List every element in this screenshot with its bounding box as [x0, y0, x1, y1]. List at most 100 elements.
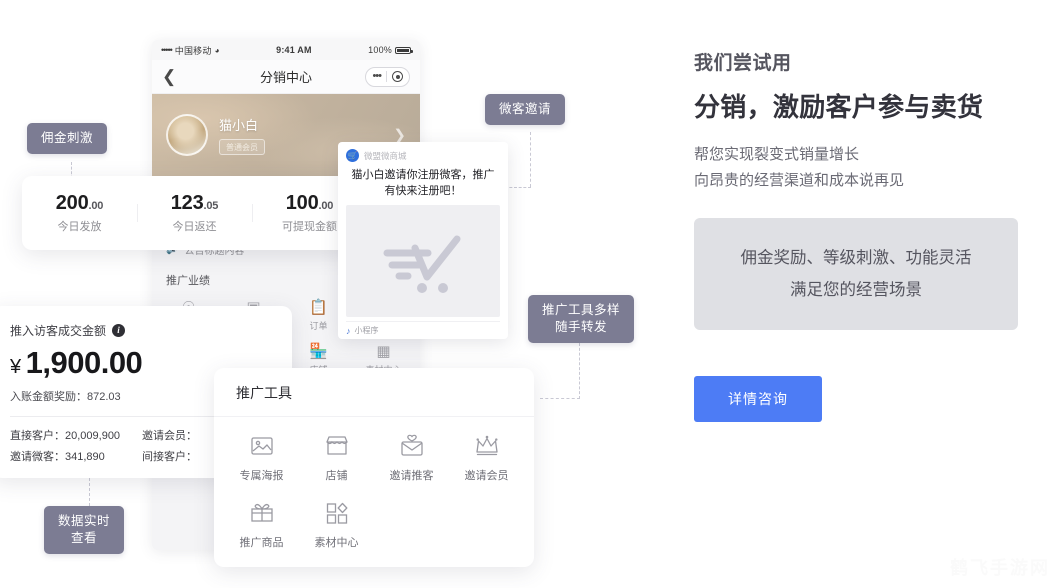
nav-capsule[interactable]: ••• — [365, 66, 410, 87]
info-icon[interactable]: i — [112, 324, 126, 337]
commission-stat-0-value: 200 — [55, 192, 89, 214]
feature-quote-box: 佣金奖励、等级刺激、功能灵活 满足您的经营场景 — [694, 218, 1018, 330]
mini-card-footer: ♪ 小程序 — [346, 321, 500, 339]
status-right: 100% — [368, 45, 413, 55]
amount-card-header: 推入访客成交金额 i — [10, 322, 274, 339]
amount-card-title: 推入访客成交金额 — [10, 324, 107, 338]
callout-badge-tools-line1: 推广工具多样 — [542, 303, 621, 317]
site-watermark: 鹤飞手游网 — [950, 558, 1050, 578]
commission-stat-1-decimals: .05 — [203, 200, 219, 212]
quote-line-2: 满足您的经营场景 — [790, 281, 922, 299]
battery-percent-label: 100% — [368, 45, 392, 55]
metric-row-0: 直接客户：20,009,900 — [10, 427, 142, 443]
miniprogram-share-card: 🛒 微盟微商城 猫小白邀请你注册微客，推广有快来注册吧！ ♪ 小程序 — [338, 142, 508, 339]
cat-avatar — [166, 114, 208, 156]
amount-value: 1,900.00 — [25, 345, 143, 380]
callout-badge-commission: 佣金刺激 — [27, 123, 108, 154]
commission-summary-card: 200.00 今日发放 123.05 今日返还 100.00 可提现金额 ❯ — [22, 176, 367, 250]
member-tag-badge: 普通会员 — [219, 139, 265, 155]
mini-message-text: 猫小白邀请你注册微客，推广有快来注册吧！ — [351, 169, 495, 197]
subcopy-block: 帮您实现裂变式销量增长 向昂贵的经营渠道和成本说再见 — [694, 142, 1060, 194]
metric-3-label: 间接客户： — [142, 451, 197, 463]
commission-stat-1[interactable]: 123.05 今日返还 — [137, 192, 252, 234]
shopping-cart-icon — [383, 235, 461, 293]
metric-0-value: 20,009,900 — [65, 430, 121, 442]
commission-stat-2-value: 100 — [285, 192, 319, 214]
promo-item-invite-promoter-label: 邀请推客 — [389, 470, 434, 482]
promo-item-invite-member-label: 邀请会员 — [464, 470, 509, 482]
connector-data — [89, 478, 90, 506]
weimob-logo-icon: 🛒 — [346, 149, 359, 162]
right-copy-panel: 我们尝试用 分销，激励客户参与卖货 帮您实现裂变式销量增长 向昂贵的经营渠道和成… — [694, 0, 1060, 588]
miniprogram-icon: ♪ — [346, 325, 351, 336]
metric-1-label: 邀请会员： — [142, 430, 197, 442]
currency-symbol: ¥ — [10, 356, 21, 378]
commission-stat-1-value: 123 — [170, 192, 204, 214]
headline-text: 分销，激励客户参与卖货 — [694, 92, 984, 122]
promo-item-invite-promoter[interactable]: 邀请推客 — [374, 433, 449, 484]
promo-item-product-label: 推广商品 — [239, 537, 284, 549]
promo-item-material[interactable]: 素材中心 — [299, 500, 374, 551]
carrier-label: 中国移动 — [174, 45, 212, 56]
subcopy-line-1: 帮您实现裂变式销量增长 — [694, 146, 860, 163]
promo-item-product[interactable]: 推广商品 — [224, 500, 299, 551]
commission-stat-0[interactable]: 200.00 今日发放 — [22, 192, 137, 234]
grid-icon: ▦ — [376, 343, 391, 360]
shop-icon: 🏪 — [309, 343, 328, 360]
status-time: 9:41 AM — [276, 45, 312, 55]
promo-item-poster[interactable]: 专属海报 — [224, 433, 299, 484]
envelope-heart-icon — [400, 434, 423, 456]
promo-item-shop[interactable]: 店铺 — [299, 433, 374, 484]
mini-footer-label: 小程序 — [354, 326, 379, 335]
commission-stat-2-decimals: .00 — [318, 200, 334, 212]
mini-card-image — [346, 205, 500, 317]
metric-2-label: 邀请微客： — [10, 451, 65, 463]
callout-badge-invite-text: 微客邀请 — [499, 102, 552, 116]
promo-tools-card: 推广工具 专属海报 店铺 邀请推客 邀请会员 推广商品 素材中心 — [214, 368, 534, 567]
callout-badge-invite: 微客邀请 — [485, 94, 566, 125]
callout-badge-tools: 推广工具多样 随手转发 — [528, 295, 635, 343]
user-name: 猫小白 — [219, 118, 259, 133]
quote-line-1: 佣金奖励、等级刺激、功能灵活 — [740, 249, 972, 267]
mini-brand-label: 微盟微商城 — [364, 150, 407, 161]
page-root: ••••• 中国移动 ◕ 9:41 AM 100% ❮ 分销中心 ••• 猫小白… — [0, 0, 1060, 588]
connector-tools — [579, 343, 580, 399]
left-visual-stage: ••••• 中国移动 ◕ 9:41 AM 100% ❮ 分销中心 ••• 猫小白… — [0, 0, 660, 588]
commission-stat-0-label: 今日发放 — [57, 221, 102, 233]
callout-badge-commission-text: 佣金刺激 — [41, 131, 94, 145]
hero-user-info: 猫小白 普通会员 — [219, 115, 265, 155]
eyebrow-text: 我们尝试用 — [694, 53, 792, 74]
mini-card-header: 🛒 微盟微商城 — [346, 149, 500, 162]
image-poster-icon — [250, 437, 273, 455]
connector-tools-h — [540, 398, 580, 399]
gift-icon — [250, 503, 273, 522]
metric-row-2: 邀请微客：341,890 — [10, 448, 142, 464]
crown-icon — [475, 435, 498, 456]
metric-0-label: 直接客户： — [10, 430, 65, 442]
subcopy-line-2: 向昂贵的经营渠道和成本说再见 — [694, 172, 905, 189]
shop-icon — [325, 436, 348, 455]
consult-button[interactable]: 详情咨询 — [694, 376, 822, 422]
capsule-divider — [386, 71, 387, 82]
promo-item-invite-member[interactable]: 邀请会员 — [449, 433, 524, 484]
callout-badge-data: 数据实时 查看 — [44, 506, 125, 554]
signal-dots-icon: ••••• — [161, 45, 173, 55]
phone-nav-bar: ❮ 分销中心 ••• — [152, 60, 420, 94]
commission-stat-1-label: 今日返还 — [172, 221, 217, 233]
phone-status-bar: ••••• 中国移动 ◕ 9:41 AM 100% — [152, 40, 420, 60]
promo-item-poster-label: 专属海报 — [239, 470, 284, 482]
target-circle-icon[interactable] — [392, 71, 403, 82]
metric-2-value: 341,890 — [65, 451, 105, 463]
promo-card-title: 推广工具 — [214, 368, 534, 417]
status-left: ••••• 中国移动 ◕ — [161, 44, 220, 57]
battery-icon — [395, 46, 413, 54]
callout-badge-data-line1: 数据实时 — [58, 514, 111, 528]
callout-badge-tools-line2: 随手转发 — [555, 320, 608, 334]
commission-stat-0-decimals: .00 — [88, 200, 104, 212]
grid-squares-icon — [326, 502, 347, 524]
promo-item-shop-label: 店铺 — [325, 470, 348, 482]
promo-tools-grid: 专属海报 店铺 邀请推客 邀请会员 推广商品 素材中心 — [214, 417, 534, 551]
more-dots-icon[interactable]: ••• — [372, 71, 382, 82]
connector-invite — [530, 132, 531, 187]
promo-item-material-label: 素材中心 — [314, 537, 359, 549]
